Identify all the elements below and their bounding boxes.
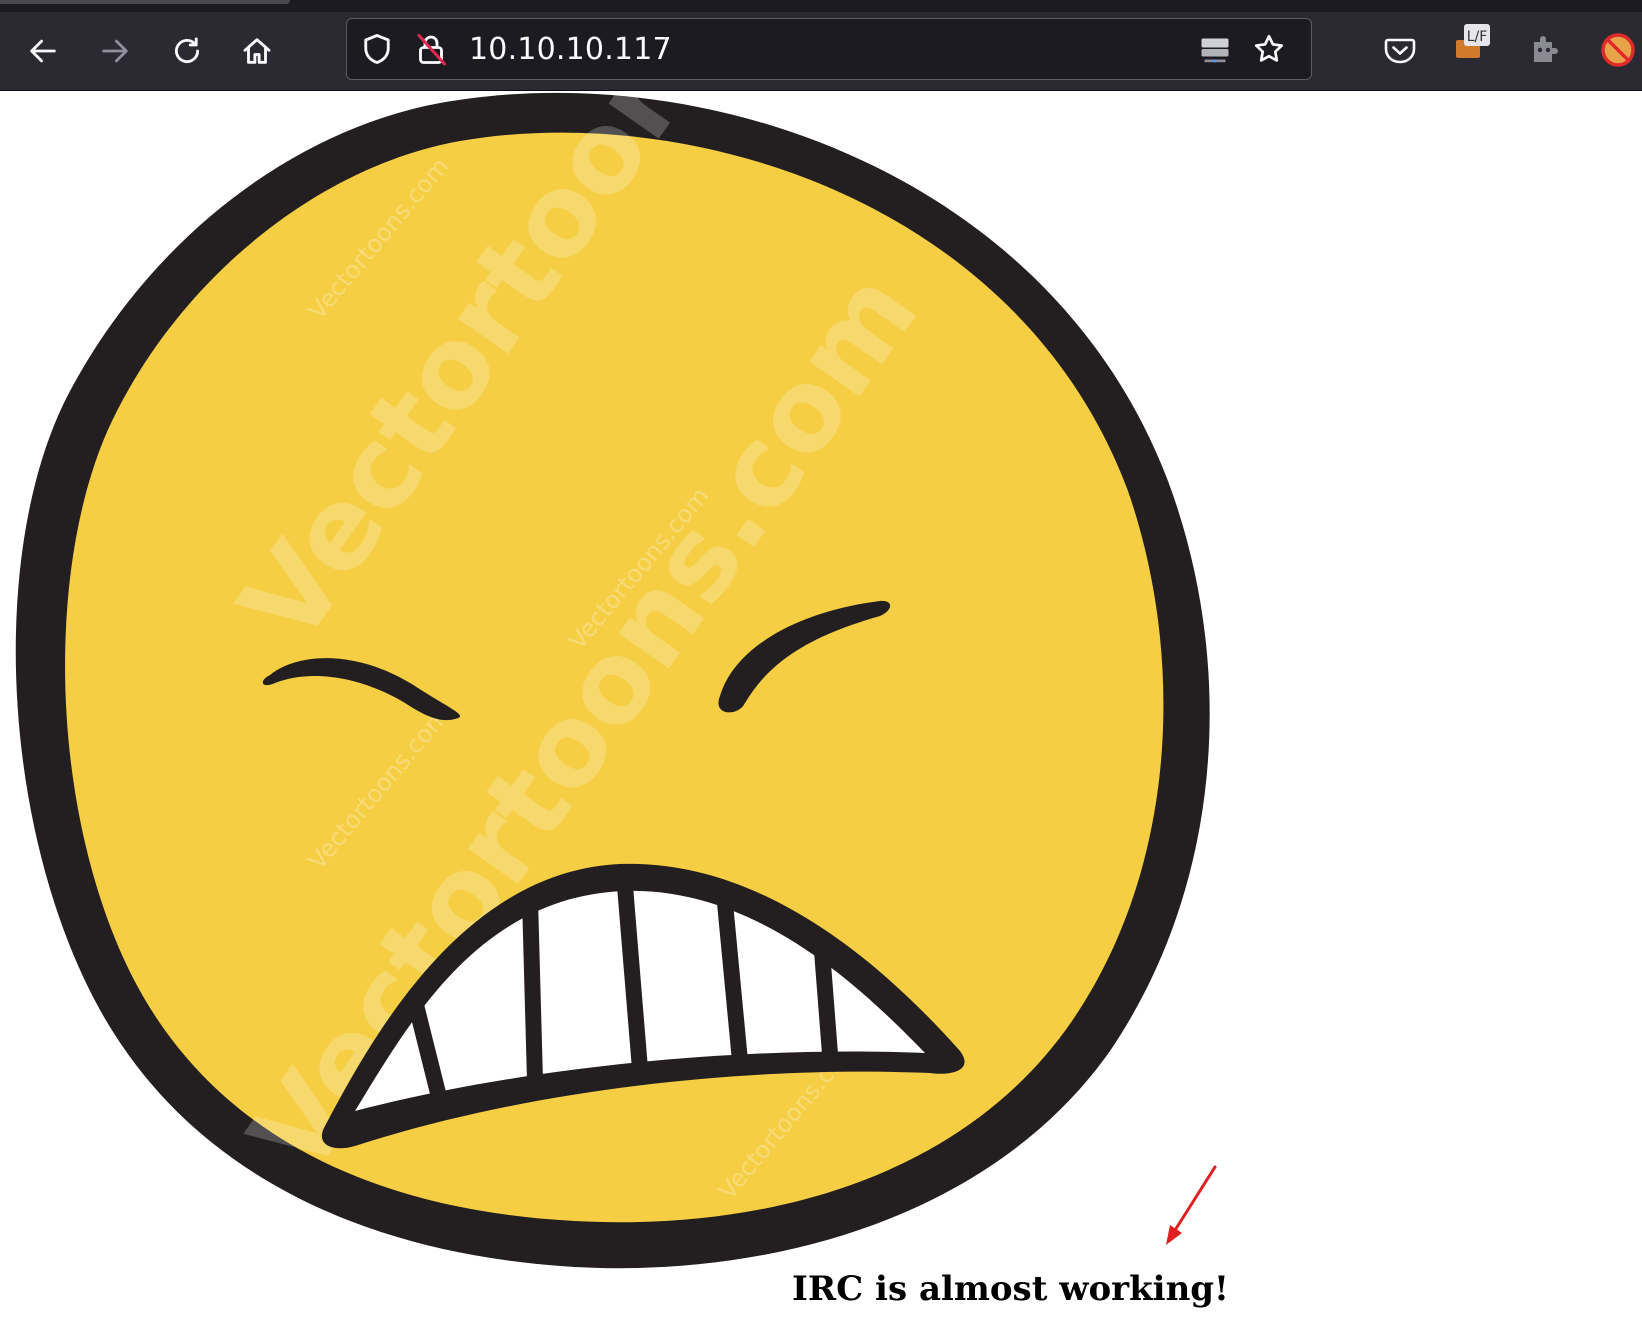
pocket-button[interactable] [1378, 28, 1422, 72]
lf-extension-button[interactable]: L/F [1450, 18, 1494, 62]
reload-icon [175, 37, 200, 64]
lf-badge-text: L/F [1467, 29, 1488, 45]
forward-button[interactable] [88, 24, 142, 78]
page-heading: IRC is almost working! [792, 1269, 1229, 1309]
browser-toolbar: 10.10.10.117 L/F [0, 12, 1642, 91]
home-icon [243, 38, 271, 64]
annotation-arrow [1166, 1165, 1217, 1245]
pocket-icon [1384, 38, 1416, 64]
insecure-lock-icon[interactable] [413, 31, 449, 67]
tab-strip [0, 0, 1642, 12]
active-tab[interactable] [0, 0, 290, 4]
lf-extension-icon: L/F [1456, 24, 1490, 58]
address-bar[interactable]: 10.10.10.117 [346, 18, 1312, 80]
blocked-extension-button[interactable] [1594, 28, 1638, 72]
puzzle-extension-button[interactable] [1522, 28, 1566, 72]
shield-icon[interactable] [359, 31, 395, 67]
grimacing-emoji-image: Vectortoons.com Vectortoons.com Vectorto… [15, 91, 1210, 1269]
reader-view-icon[interactable] [1197, 31, 1233, 67]
puzzle-extension-icon [1534, 36, 1558, 62]
page-content: Vectortoons.com Vectortoons.com Vectorto… [0, 91, 1642, 1324]
arrow-right-icon [102, 39, 128, 63]
reload-button[interactable] [160, 24, 214, 78]
blocked-extension-icon [1601, 33, 1635, 67]
url-text[interactable]: 10.10.10.117 [469, 32, 672, 67]
back-button[interactable] [16, 24, 70, 78]
arrow-left-icon [30, 39, 56, 63]
bookmark-star-icon[interactable] [1251, 31, 1287, 67]
home-button[interactable] [230, 24, 284, 78]
